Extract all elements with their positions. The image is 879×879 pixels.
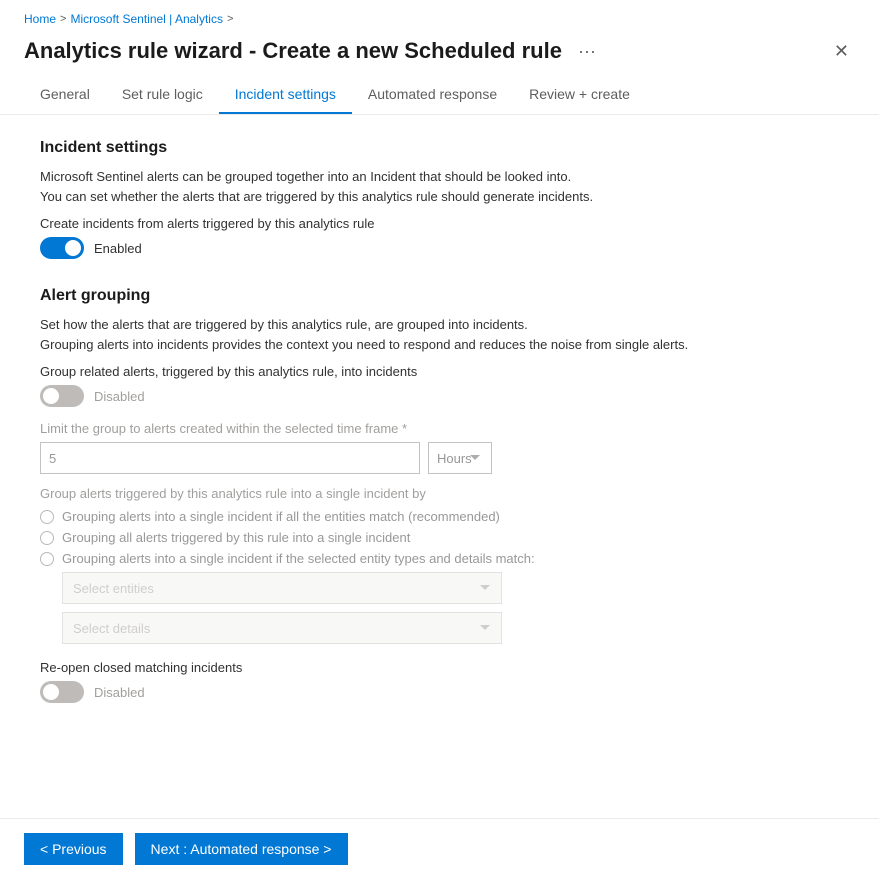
next-button[interactable]: Next : Automated response > [135,833,348,865]
group-related-toggle-row: Disabled [40,385,839,407]
content-area: Incident settings Microsoft Sentinel ale… [0,115,879,818]
radio-all-alerts[interactable] [40,531,54,545]
reopen-toggle-label: Disabled [94,685,145,700]
alert-grouping-desc: Set how the alerts that are triggered by… [40,315,839,354]
tab-general[interactable]: General [24,76,106,114]
time-unit-select[interactable]: Hours Minutes Days [428,442,492,474]
alert-grouping-desc-line2: Grouping alerts into incidents provides … [40,337,688,352]
select-entities-placeholder: Select entities [73,581,154,596]
page-container: Home > Microsoft Sentinel | Analytics > … [0,0,879,879]
radio-option-2: Grouping all alerts triggered by this ru… [40,530,839,545]
create-incidents-toggle-label: Enabled [94,241,142,256]
radio-all-alerts-label[interactable]: Grouping all alerts triggered by this ru… [62,530,410,545]
breadcrumb-sep2: > [227,13,233,25]
group-by-label: Group alerts triggered by this analytics… [40,486,839,501]
group-related-slider [40,385,84,407]
reopen-toggle-row: Disabled [40,681,839,703]
group-related-toggle-label: Disabled [94,389,145,404]
reopen-label: Re-open closed matching incidents [40,660,839,675]
close-icon[interactable]: ✕ [828,39,855,64]
time-unit-wrapper: Hours Minutes Days [428,442,839,474]
radio-entity-types[interactable] [40,552,54,566]
footer: < Previous Next : Automated response > [0,818,879,879]
radio-option-1: Grouping alerts into a single incident i… [40,509,839,524]
select-entities-row: Select entities [62,572,502,604]
breadcrumb: Home > Microsoft Sentinel | Analytics > [0,0,879,32]
reopen-toggle[interactable] [40,681,84,703]
tab-set-rule-logic[interactable]: Set rule logic [106,76,219,114]
tab-automated-response[interactable]: Automated response [352,76,513,114]
radio-entities-match-label[interactable]: Grouping alerts into a single incident i… [62,509,500,524]
select-entities-dropdown[interactable]: Select entities [62,572,502,604]
incident-desc-line1: Microsoft Sentinel alerts can be grouped… [40,169,571,184]
alert-grouping-section: Alert grouping Set how the alerts that a… [40,287,839,703]
group-related-toggle[interactable] [40,385,84,407]
create-incidents-label: Create incidents from alerts triggered b… [40,216,839,231]
time-frame-input[interactable] [40,442,420,474]
incident-desc-line2: You can set whether the alerts that are … [40,189,593,204]
previous-button[interactable]: < Previous [24,833,123,865]
select-details-placeholder: Select details [73,621,150,636]
radio-option-3: Grouping alerts into a single incident i… [40,551,839,566]
select-entities-chevron-icon [479,582,491,594]
radio-entity-types-label[interactable]: Grouping alerts into a single incident i… [62,551,535,566]
tab-incident-settings[interactable]: Incident settings [219,76,352,114]
page-title: Analytics rule wizard - Create a new Sch… [24,38,562,64]
breadcrumb-home[interactable]: Home [24,12,56,26]
alert-grouping-desc-line1: Set how the alerts that are triggered by… [40,317,528,332]
select-details-dropdown[interactable]: Select details [62,612,502,644]
incident-settings-section: Incident settings Microsoft Sentinel ale… [40,139,839,259]
title-bar: Analytics rule wizard - Create a new Sch… [0,32,879,76]
breadcrumb-sep1: > [60,13,66,25]
tabs-container: General Set rule logic Incident settings… [0,76,879,115]
radio-entities-match[interactable] [40,510,54,524]
alert-grouping-title: Alert grouping [40,287,839,305]
incident-settings-title: Incident settings [40,139,839,157]
tab-review-create[interactable]: Review + create [513,76,646,114]
breadcrumb-sentinel[interactable]: Microsoft Sentinel | Analytics [70,12,223,26]
reopen-slider [40,681,84,703]
select-details-row: Select details [62,612,502,644]
create-incidents-slider [40,237,84,259]
time-frame-row: Hours Minutes Days [40,442,839,474]
title-bar-left: Analytics rule wizard - Create a new Sch… [24,38,602,64]
select-details-chevron-icon [479,622,491,634]
time-frame-label: Limit the group to alerts created within… [40,421,839,436]
more-options-icon[interactable]: ··· [572,39,602,64]
incident-settings-desc: Microsoft Sentinel alerts can be grouped… [40,167,839,206]
create-incidents-toggle[interactable] [40,237,84,259]
group-related-label: Group related alerts, triggered by this … [40,364,839,379]
create-incidents-toggle-row: Enabled [40,237,839,259]
